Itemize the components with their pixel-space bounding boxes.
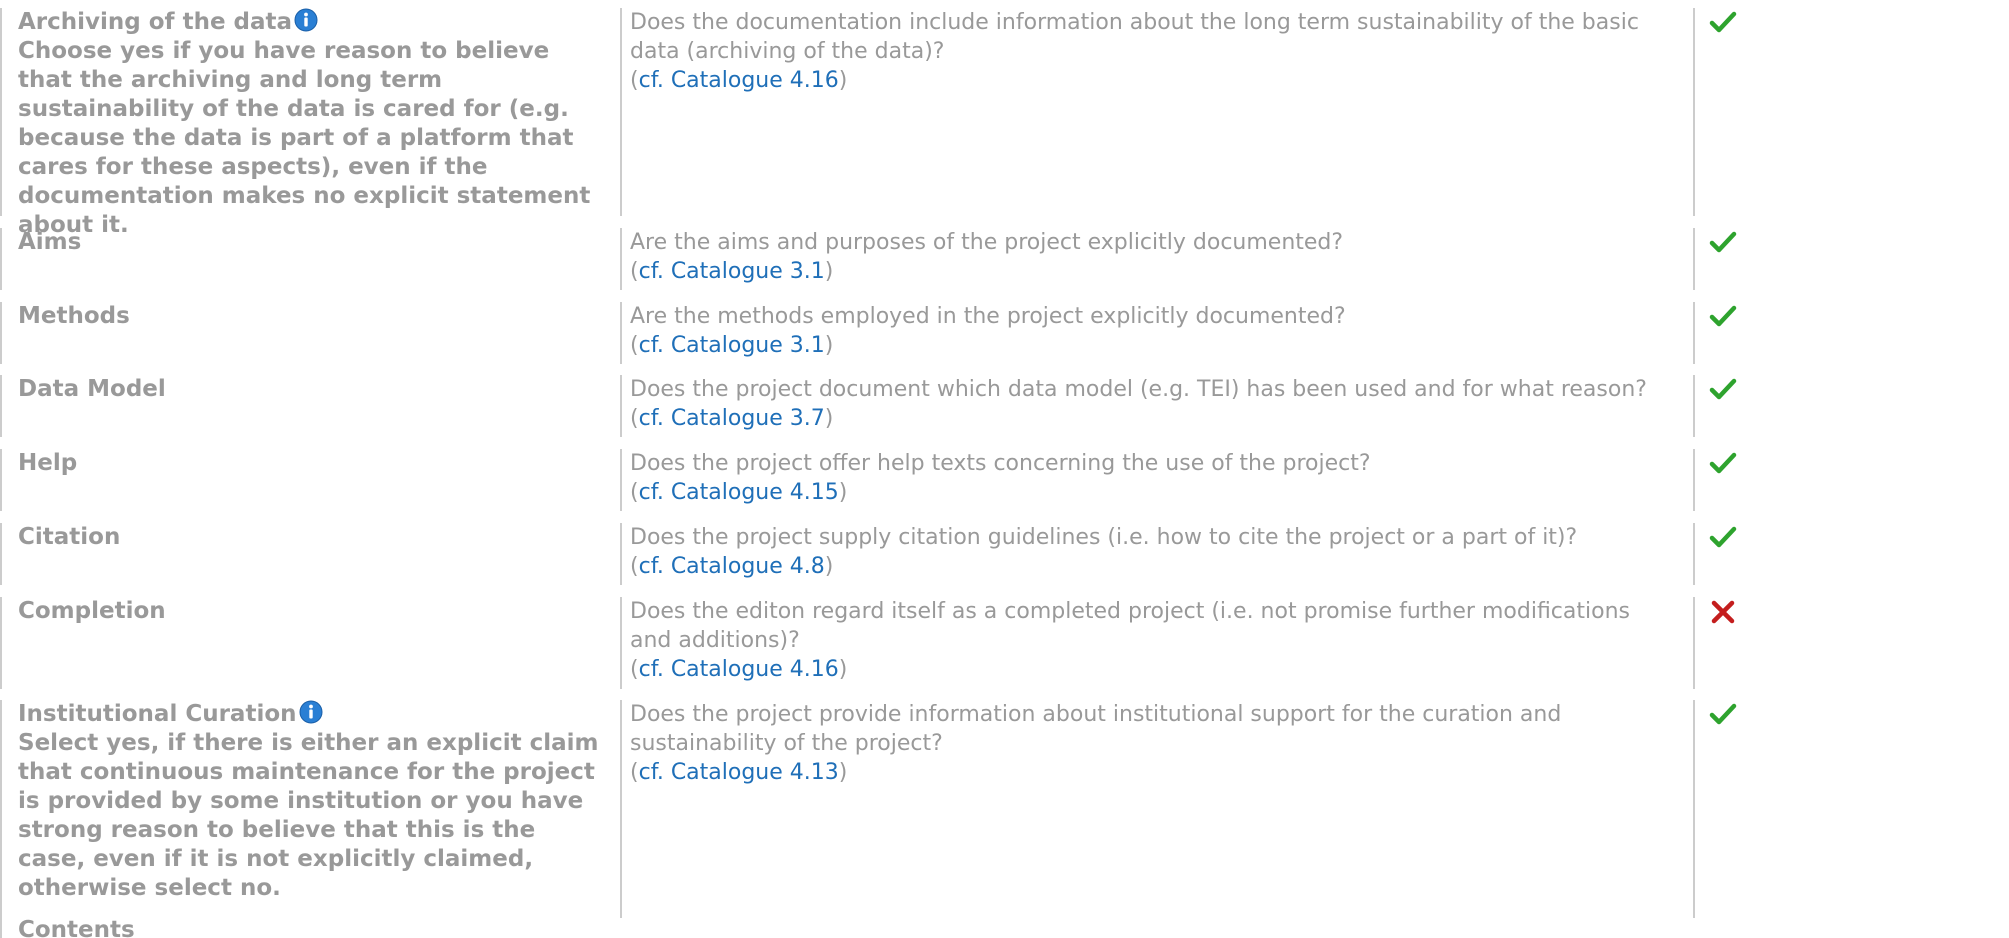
criterion-row-aims: Aims Are the aims and purposes of the pr… <box>0 228 2009 290</box>
catalogue-reference: (cf. Catalogue 4.16) <box>630 657 848 682</box>
criterion-question-cell: Does the project provide information abo… <box>620 700 1693 918</box>
criterion-status-cell <box>1693 375 2009 437</box>
criterion-status-cell <box>1693 302 2009 364</box>
criterion-label-cell: Help <box>0 449 620 511</box>
catalogue-reference: (cf. Catalogue 4.13) <box>630 760 848 785</box>
criterion-label-cell: Methods <box>0 302 620 364</box>
check-icon <box>1709 305 1737 327</box>
criterion-label: Help <box>18 450 78 476</box>
catalogue-link[interactable]: cf. Catalogue 4.8 <box>639 554 825 579</box>
criterion-question-cell: Does the documentation include informati… <box>620 8 1693 216</box>
catalogue-reference: (cf. Catalogue 4.16) <box>630 68 848 93</box>
catalogue-reference: (cf. Catalogue 3.1) <box>630 333 834 358</box>
criterion-label-cell: Completion <box>0 597 620 689</box>
criterion-status-cell <box>1693 523 2009 585</box>
check-icon <box>1709 452 1737 474</box>
criterion-label-cell: Archiving of the data Choose yes if you … <box>0 8 620 238</box>
criterion-row-institutional-curation: Institutional Curation Select yes, if th… <box>0 700 2009 918</box>
criterion-question: Does the project provide information abo… <box>630 702 1562 756</box>
criterion-label-cell: Data Model <box>0 375 620 437</box>
catalogue-reference: (cf. Catalogue 4.8) <box>630 554 834 579</box>
catalogue-link[interactable]: cf. Catalogue 4.16 <box>639 657 839 682</box>
criterion-row-completion: Completion Does the editon regard itself… <box>0 597 2009 689</box>
criterion-status-cell <box>1693 228 2009 290</box>
criterion-question-cell: Does the project offer help texts concer… <box>620 449 1693 511</box>
criterion-label: Institutional Curation <box>18 701 297 727</box>
catalogue-link[interactable]: cf. Catalogue 4.13 <box>639 760 839 785</box>
check-icon <box>1709 231 1737 253</box>
criterion-question-cell: Are the aims and purposes of the project… <box>620 228 1693 290</box>
info-icon[interactable] <box>294 8 318 36</box>
catalogue-link[interactable]: cf. Catalogue 3.7 <box>639 406 825 431</box>
criterion-question-cell: Does the project document which data mod… <box>620 375 1693 437</box>
criterion-question-cell: Does the editon regard itself as a compl… <box>620 597 1693 689</box>
check-icon <box>1709 703 1737 725</box>
info-icon[interactable] <box>299 700 323 728</box>
criterion-label: Citation <box>18 524 121 550</box>
section-heading-cell: Contents <box>0 916 620 938</box>
criterion-label-cell: Institutional Curation Select yes, if th… <box>0 700 620 918</box>
check-icon <box>1709 526 1737 548</box>
catalogue-reference: (cf. Catalogue 4.15) <box>630 480 848 505</box>
catalogue-reference: (cf. Catalogue 3.7) <box>630 406 834 431</box>
check-icon <box>1709 378 1737 400</box>
criterion-explanation: Choose yes if you have reason to believe… <box>18 38 591 238</box>
criterion-question: Does the documentation include informati… <box>630 10 1639 64</box>
section-contents: Contents <box>0 916 2009 938</box>
criterion-label: Aims <box>18 229 82 255</box>
criterion-question-cell: Does the project supply citation guideli… <box>620 523 1693 585</box>
criterion-label-cell: Citation <box>0 523 620 585</box>
criterion-question: Does the project offer help texts concer… <box>630 451 1371 476</box>
criterion-status-cell <box>1693 8 2009 216</box>
catalogue-link[interactable]: cf. Catalogue 3.1 <box>639 333 825 358</box>
criterion-explanation: Select yes, if there is either an explic… <box>18 730 599 901</box>
criterion-status-cell <box>1693 597 2009 689</box>
criterion-question: Are the aims and purposes of the project… <box>630 230 1344 255</box>
catalogue-reference: (cf. Catalogue 3.1) <box>630 259 834 284</box>
criterion-label: Archiving of the data <box>18 9 293 35</box>
criterion-row-citation: Citation Does the project supply citatio… <box>0 523 2009 585</box>
catalogue-link[interactable]: cf. Catalogue 3.1 <box>639 259 825 284</box>
criterion-row-help: Help Does the project offer help texts c… <box>0 449 2009 511</box>
criterion-question: Does the project document which data mod… <box>630 377 1647 402</box>
section-heading: Contents <box>18 917 135 938</box>
catalogue-link[interactable]: cf. Catalogue 4.15 <box>639 480 839 505</box>
cross-icon <box>1711 600 1735 624</box>
criteria-table: Archiving of the data Choose yes if you … <box>0 0 2009 938</box>
criterion-row-methods: Methods Are the methods employed in the … <box>0 302 2009 364</box>
criterion-row-archiving: Archiving of the data Choose yes if you … <box>0 8 2009 238</box>
criterion-label: Completion <box>18 598 166 624</box>
criterion-label: Methods <box>18 303 130 329</box>
check-icon <box>1709 11 1737 33</box>
criterion-label-cell: Aims <box>0 228 620 290</box>
criterion-label: Data Model <box>18 376 166 402</box>
criterion-question: Does the project supply citation guideli… <box>630 525 1578 550</box>
criterion-question: Does the editon regard itself as a compl… <box>630 599 1630 653</box>
criterion-question: Are the methods employed in the project … <box>630 304 1346 329</box>
criterion-status-cell <box>1693 700 2009 918</box>
catalogue-link[interactable]: cf. Catalogue 4.16 <box>639 68 839 93</box>
criterion-status-cell <box>1693 449 2009 511</box>
criterion-row-data-model: Data Model Does the project document whi… <box>0 375 2009 437</box>
criterion-question-cell: Are the methods employed in the project … <box>620 302 1693 364</box>
